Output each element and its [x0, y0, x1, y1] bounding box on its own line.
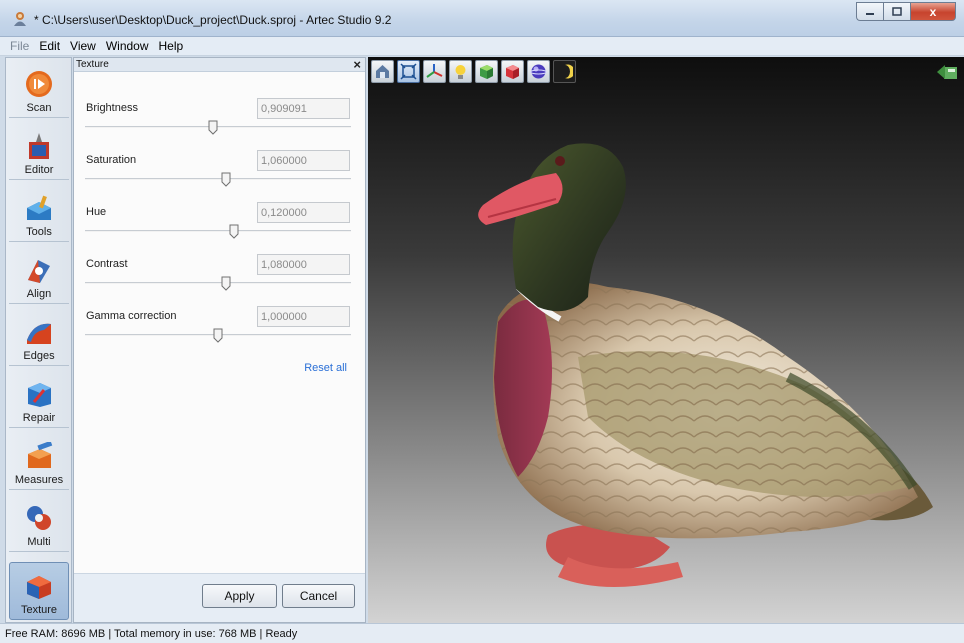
hue-slider-thumb[interactable]: [229, 224, 239, 239]
window-controls: x: [856, 2, 956, 21]
gamma-correction-field[interactable]: [257, 306, 350, 327]
tool-measures[interactable]: Measures: [9, 432, 69, 490]
left-toolbar: Scan Editor Tools Align Edges Repair Mea…: [5, 57, 72, 623]
tool-tools-label: Tools: [26, 226, 52, 238]
contrast-field[interactable]: [257, 254, 350, 275]
scan-icon: [26, 71, 52, 97]
align-icon: [28, 260, 50, 283]
menu-file[interactable]: File: [5, 39, 34, 53]
tool-scan[interactable]: Scan: [9, 60, 69, 118]
contrast-slider[interactable]: [85, 282, 351, 284]
tool-texture-label: Texture: [20, 604, 58, 616]
tool-align-label: Align: [26, 288, 52, 300]
cancel-button[interactable]: Cancel: [282, 584, 355, 608]
status-bar: Free RAM: 8696 MB | Total memory in use:…: [0, 623, 964, 643]
maximize-icon: [892, 7, 902, 16]
app-icon: [14, 12, 26, 26]
duck-3d-model[interactable]: [408, 57, 948, 623]
panel-header: Texture ×: [74, 57, 365, 72]
texture-icon: [27, 576, 51, 599]
apply-button[interactable]: Apply: [202, 584, 277, 608]
gamma-correction-label: Gamma correction: [86, 310, 177, 322]
tool-texture[interactable]: Texture: [9, 562, 69, 620]
minimize-icon: [866, 12, 874, 15]
close-button[interactable]: x: [910, 2, 956, 21]
saturation-slider-thumb[interactable]: [221, 172, 231, 187]
panel-close-icon[interactable]: ×: [353, 57, 361, 72]
menu-view[interactable]: View: [65, 39, 101, 53]
tool-repair[interactable]: Repair: [9, 370, 69, 428]
tool-edges-label: Edges: [23, 350, 55, 362]
edges-icon: [27, 323, 51, 344]
maximize-button[interactable]: [883, 2, 910, 21]
panel-button-bar: Apply Cancel: [74, 573, 365, 622]
home-view-icon: [376, 65, 389, 78]
hue-field[interactable]: [257, 202, 350, 223]
tool-repair-label: Repair: [22, 412, 56, 424]
tool-edges[interactable]: Edges: [9, 308, 69, 366]
tool-scan-label: Scan: [26, 102, 52, 114]
hue-slider[interactable]: [85, 230, 351, 232]
saturation-label: Saturation: [86, 154, 137, 166]
measures-icon: [28, 442, 53, 468]
hue-label: Hue: [86, 206, 107, 218]
tool-multi[interactable]: Multi: [9, 494, 69, 552]
gamma-correction-slider-thumb[interactable]: [213, 328, 223, 343]
tool-editor[interactable]: Editor: [9, 122, 69, 180]
home-view-button[interactable]: [371, 60, 394, 83]
repair-icon: [28, 383, 51, 407]
minimize-button[interactable]: [856, 2, 883, 21]
editor-icon: [29, 133, 49, 159]
status-text: Free RAM: 8696 MB | Total memory in use:…: [5, 628, 298, 640]
contrast-label: Contrast: [86, 258, 128, 270]
menu-window[interactable]: Window: [101, 39, 154, 53]
tool-multi-label: Multi: [27, 536, 51, 548]
3d-viewport[interactable]: [368, 57, 964, 623]
window-title: * C:\Users\user\Desktop\Duck_project\Duc…: [34, 13, 392, 27]
tools-icon: [27, 195, 51, 220]
tool-tools[interactable]: Tools: [9, 184, 69, 242]
saturation-field[interactable]: [257, 150, 350, 171]
brightness-label: Brightness: [86, 102, 138, 114]
brightness-slider[interactable]: [85, 126, 351, 128]
menu-edit[interactable]: Edit: [34, 39, 65, 53]
menu-bar: File Edit View Window Help: [0, 37, 964, 56]
tool-editor-label: Editor: [24, 164, 54, 176]
close-icon: x: [929, 4, 937, 19]
saturation-slider[interactable]: [85, 178, 351, 180]
brightness-field[interactable]: [257, 98, 350, 119]
title-bar: * C:\Users\user\Desktop\Duck_project\Duc…: [0, 0, 964, 37]
multi-icon: [27, 506, 51, 530]
tool-measures-label: Measures: [14, 474, 64, 486]
brightness-slider-thumb[interactable]: [208, 120, 218, 135]
contrast-slider-thumb[interactable]: [221, 276, 231, 291]
reset-all-link[interactable]: Reset all: [304, 362, 347, 374]
texture-panel: Texture × Brightness Saturation Hue Cont…: [73, 57, 366, 623]
panel-title: Texture: [76, 59, 109, 70]
tool-align[interactable]: Align: [9, 246, 69, 304]
menu-help[interactable]: Help: [154, 39, 189, 53]
